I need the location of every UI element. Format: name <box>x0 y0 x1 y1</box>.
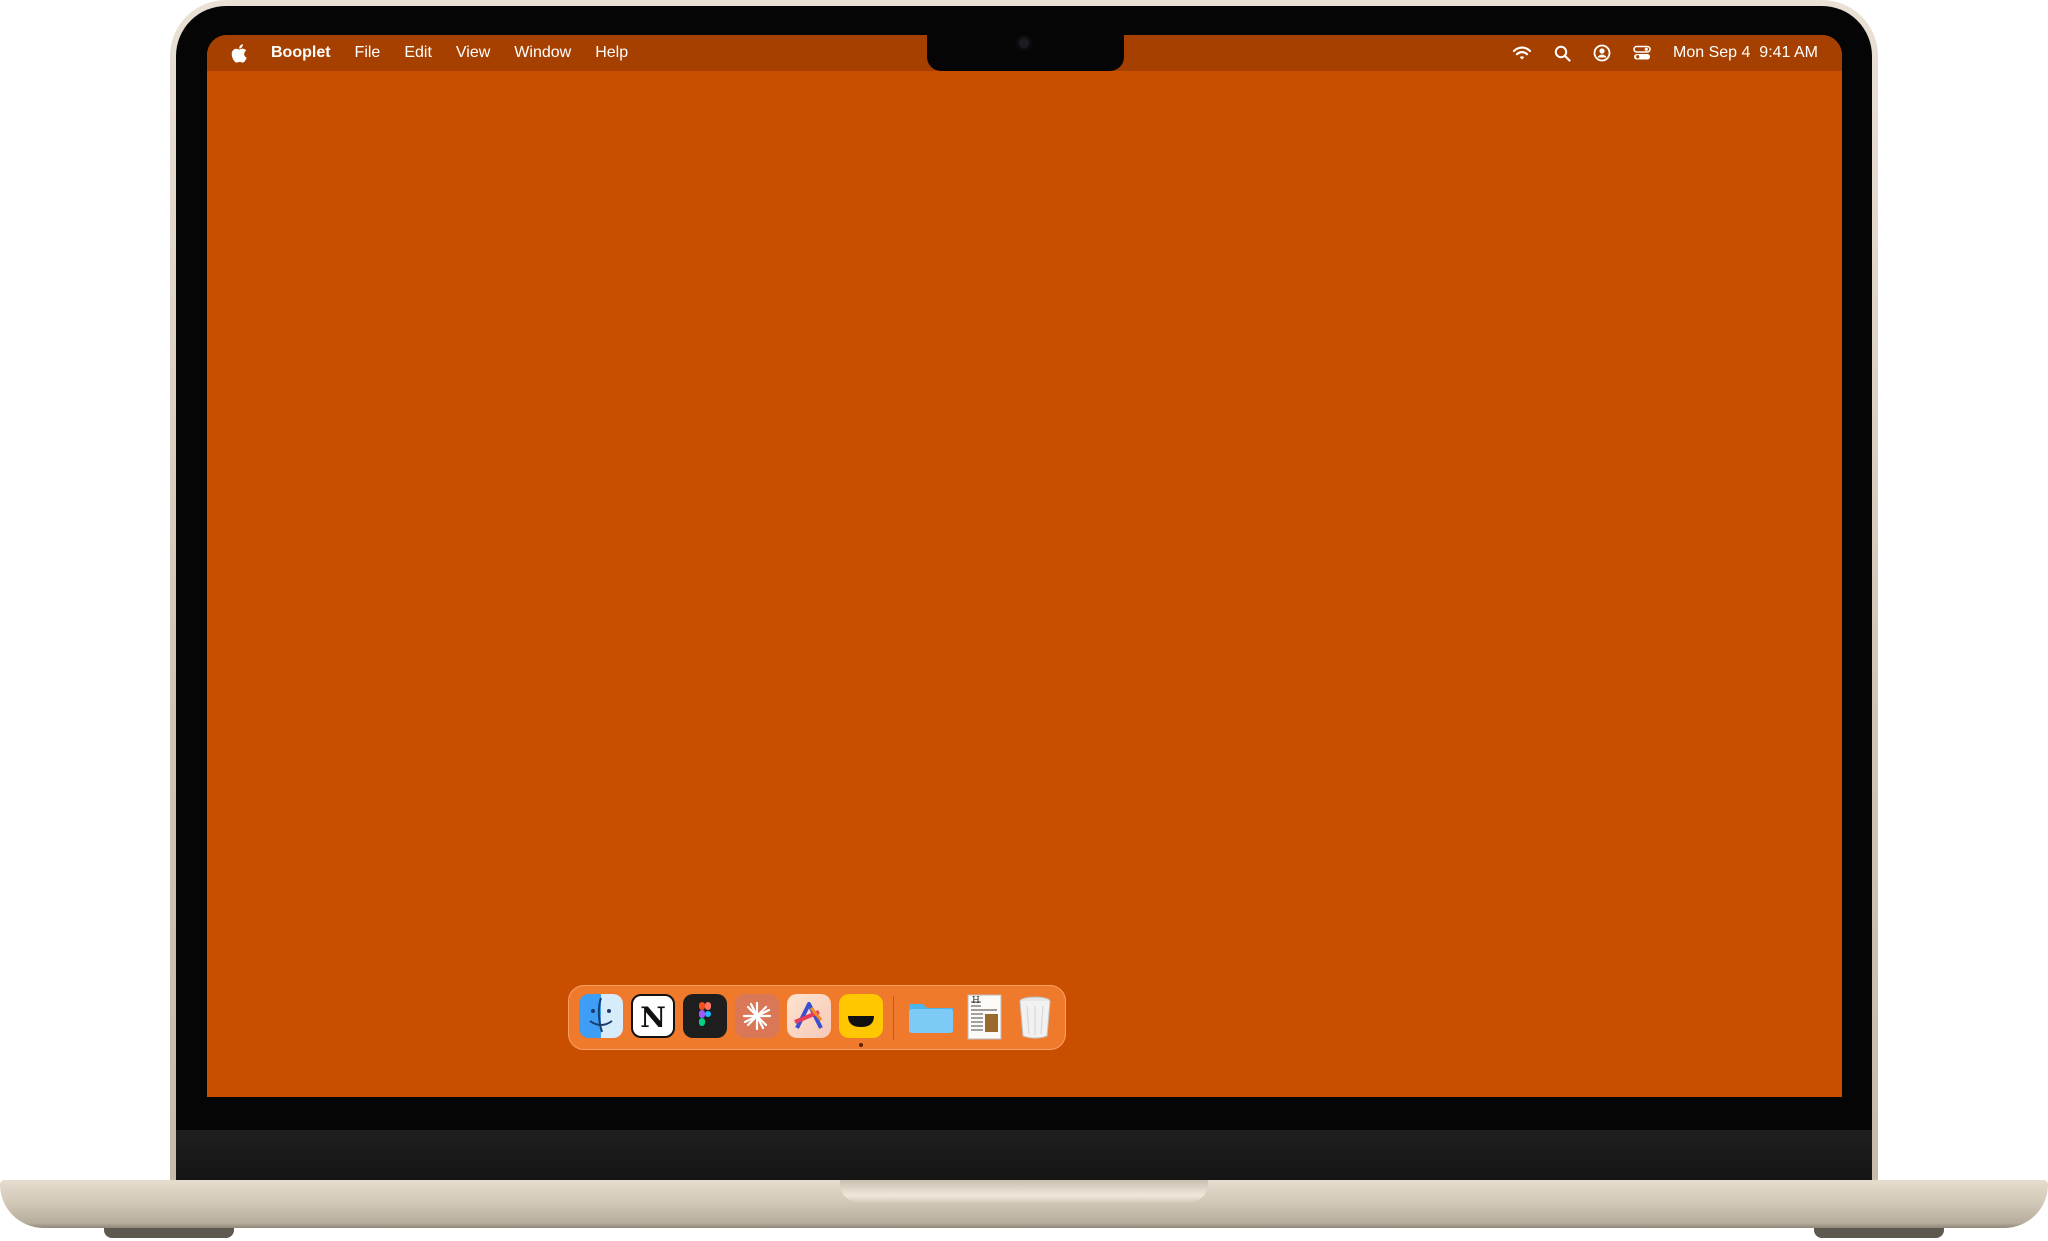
trash-icon[interactable] <box>1015 994 1059 1039</box>
svg-text:N: N <box>640 1001 666 1034</box>
apple-menu-icon[interactable] <box>231 43 247 63</box>
search-icon[interactable] <box>1554 45 1571 62</box>
menu-file[interactable]: File <box>355 44 381 62</box>
user-icon[interactable] <box>1593 44 1611 62</box>
menubar-clock[interactable]: Mon Sep 4 9:41 AM <box>1673 44 1818 62</box>
wifi-icon[interactable] <box>1512 45 1532 61</box>
dock: N H <box>568 985 1066 1050</box>
menu-window[interactable]: Window <box>514 44 571 62</box>
figma-icon[interactable] <box>683 994 727 1038</box>
document-icon[interactable]: H <box>967 994 1003 1040</box>
affinity-icon[interactable] <box>787 994 831 1038</box>
menu-edit[interactable]: Edit <box>404 44 432 62</box>
menu-view[interactable]: View <box>456 44 490 62</box>
booplet-icon[interactable] <box>839 994 883 1038</box>
control-center-icon[interactable] <box>1633 45 1651 61</box>
claude-icon[interactable] <box>735 994 779 1038</box>
folder-icon[interactable] <box>907 994 953 1038</box>
laptop-hinge-notch <box>840 1180 1208 1202</box>
finder-icon[interactable] <box>579 994 623 1038</box>
svg-text:H: H <box>972 996 980 1006</box>
laptop-foot-left <box>104 1228 234 1238</box>
desktop-screen[interactable]: Booplet File Edit View Window Help Mon S… <box>207 35 1842 1097</box>
camera-icon <box>1016 35 1032 51</box>
dock-separator <box>893 996 894 1040</box>
laptop-foot-right <box>1814 1228 1944 1238</box>
menu-help[interactable]: Help <box>595 44 628 62</box>
running-indicator <box>859 1043 863 1047</box>
notion-icon[interactable]: N <box>631 994 675 1038</box>
screen-chin <box>176 1130 1872 1184</box>
app-name-menu[interactable]: Booplet <box>271 44 331 62</box>
